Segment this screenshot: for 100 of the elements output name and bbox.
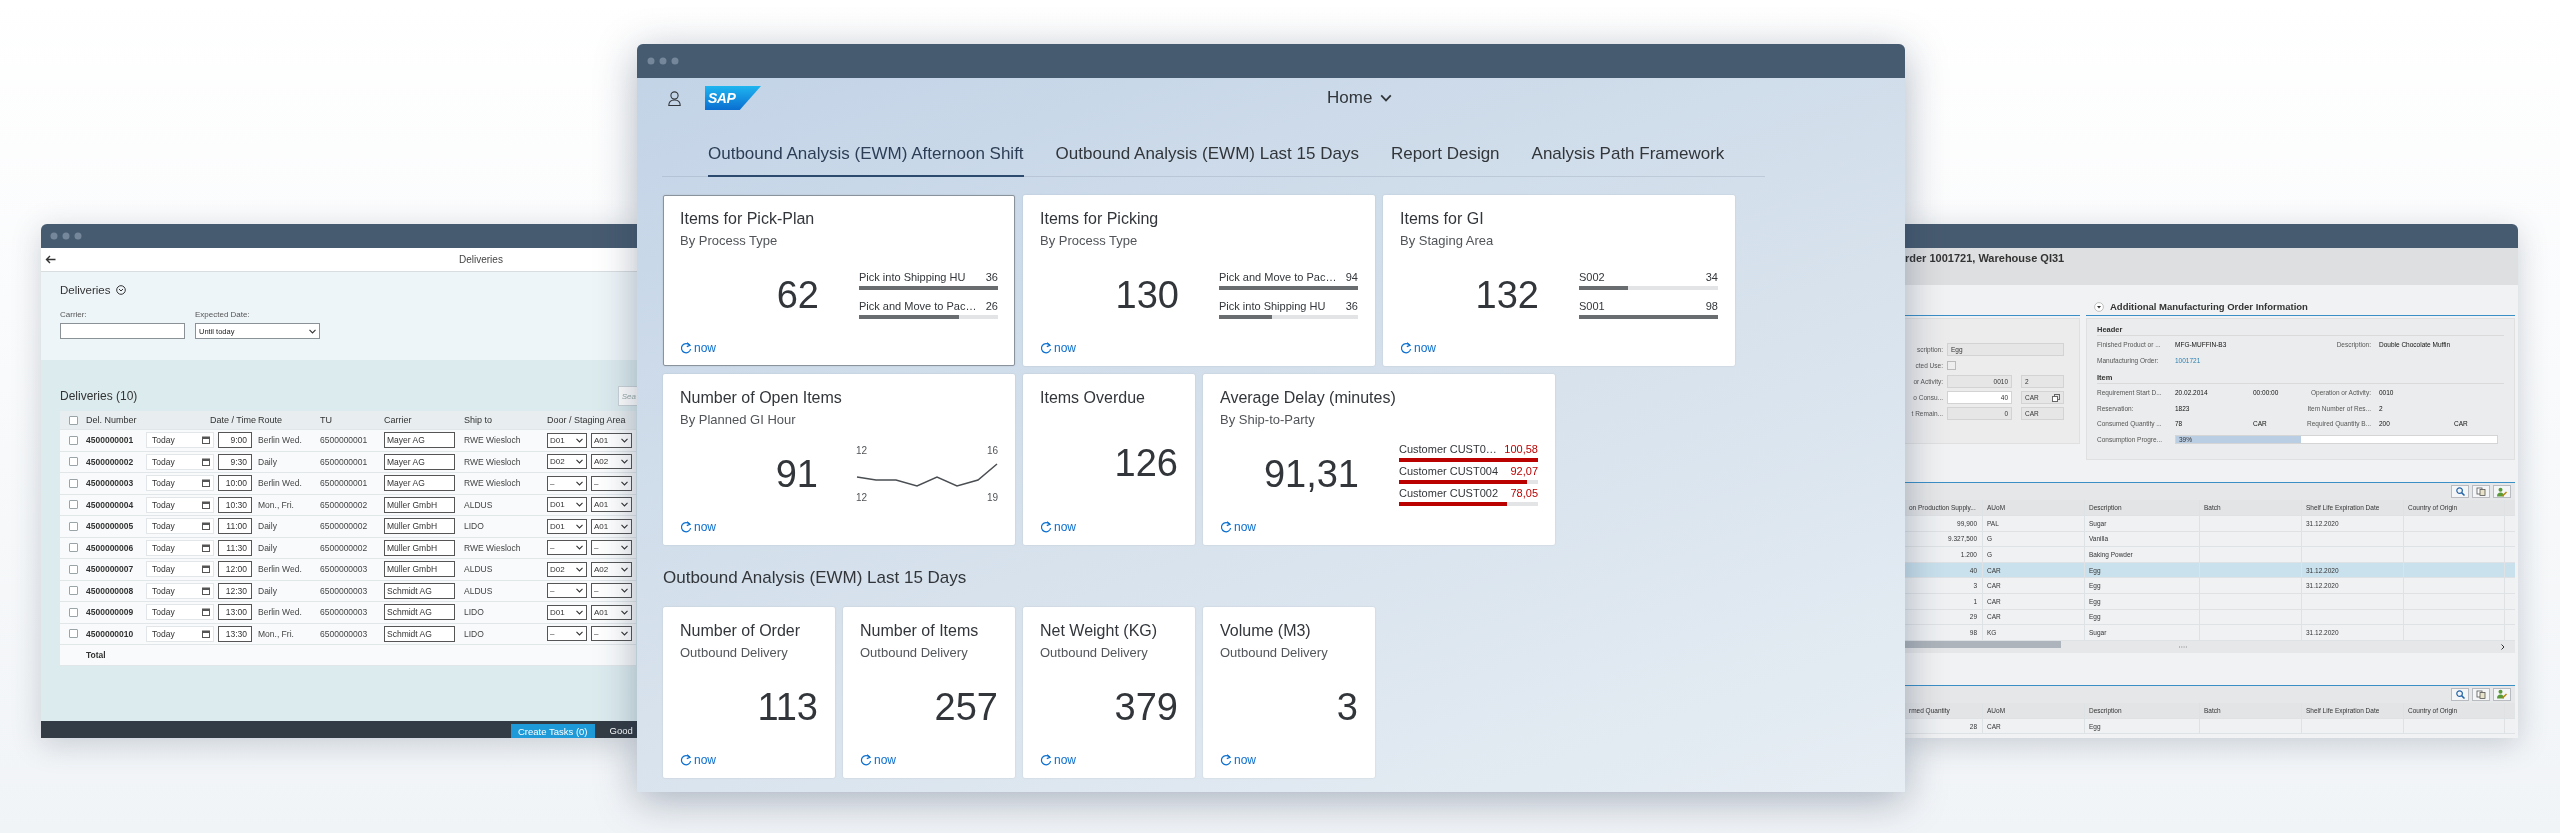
door-select[interactable]: D01 [547,497,587,513]
time-field[interactable]: 13:30 [218,625,252,642]
home-menu[interactable]: Home [1327,88,1393,108]
expand-icon[interactable] [115,285,126,295]
kpi-tile[interactable]: Average Delay (minutes) By Ship-to-Party 91,31 Customer CUST0… 100,58 Customer CUST004 92,07 Customer CUST002 78,05 now [1203,374,1555,545]
calendar-icon[interactable] [202,500,210,509]
kpi-tile[interactable]: Items for GI By Staging Area 132 S002 34 S001 98 now [1383,195,1735,366]
kpi-tile[interactable]: Number of Open Items By Planned GI Hour 91 12 16 12 19 now [663,374,1015,545]
door-select[interactable]: D01 [547,432,587,448]
tab[interactable]: Report Design [1390,144,1500,177]
staging-area-select[interactable]: – [591,626,632,642]
carrier-field[interactable]: Mayer AG [384,475,455,492]
staging-area-select[interactable]: – [591,475,632,491]
door-select[interactable]: D01 [547,518,587,534]
checkbox[interactable] [69,543,78,553]
checkbox[interactable] [69,607,78,617]
kpi-tile[interactable]: Items for Pick-Plan By Process Type 62 Pick into Shipping HU 36 Pick and Move to Pac… 26 now [663,195,1015,366]
kpi-tile[interactable]: Number of Order Outbound Delivery 113 now [663,607,835,778]
refresh-icon[interactable] [1040,521,1052,533]
checkbox[interactable] [69,521,78,531]
door-select[interactable]: D01 [547,604,587,620]
date-field[interactable]: Today [146,432,214,449]
checkbox[interactable] [69,586,78,596]
checkbox[interactable] [69,435,78,445]
time-field[interactable]: 11:30 [218,539,252,556]
date-field[interactable]: Today [146,561,214,578]
staging-area-select[interactable]: A02 [591,561,632,577]
refresh-icon[interactable] [860,754,872,766]
carrier-field[interactable]: Schmidt AG [384,625,455,642]
checkbox[interactable] [1947,361,1956,370]
door-select[interactable]: – [547,583,587,599]
person-edit-button[interactable] [2493,687,2511,701]
checkbox[interactable] [69,629,78,639]
staging-area-select[interactable]: – [591,540,632,556]
staging-area-select[interactable]: – [591,583,632,599]
time-field[interactable]: 9:30 [218,453,252,470]
refresh-icon[interactable] [680,754,692,766]
time-field[interactable]: 12:30 [218,582,252,599]
tab[interactable]: Outbound Analysis (EWM) Last 15 Days [1055,144,1359,177]
calendar-icon[interactable] [202,436,210,445]
date-field[interactable]: Today [146,518,214,535]
calendar-icon[interactable] [202,543,210,552]
staging-area-select[interactable]: A01 [591,432,632,448]
scroll-right-icon[interactable] [2501,643,2505,650]
search-button[interactable] [2451,485,2469,498]
date-field[interactable]: Today [146,582,214,599]
refresh-icon[interactable] [680,342,692,354]
calendar-icon[interactable] [202,479,210,488]
calendar-icon[interactable] [202,586,210,595]
kpi-tile[interactable]: Items for Picking By Process Type 130 Pick and Move to Pac… 94 Pick into Shipping HU 36 now [1023,195,1375,366]
documents-button[interactable] [2472,485,2490,498]
checkbox[interactable] [69,415,78,425]
search-button[interactable] [2451,687,2469,701]
time-field[interactable]: 10:30 [218,496,252,513]
time-field[interactable]: 11:00 [218,518,252,535]
date-field[interactable]: Today [146,539,214,556]
scrollbar-thumb[interactable] [1905,641,2061,649]
date-field[interactable]: Today [146,453,214,470]
date-field[interactable]: Today [146,604,214,621]
door-select[interactable]: – [547,626,587,642]
staging-area-select[interactable]: A01 [591,518,632,534]
door-select[interactable]: D02 [547,454,587,470]
calendar-icon[interactable] [202,608,210,617]
footer-button[interactable]: Good [609,724,633,738]
door-select[interactable]: – [547,475,587,491]
date-field[interactable]: Today [146,625,214,642]
copy-icon[interactable] [2052,393,2060,402]
time-field[interactable]: 13:00 [218,604,252,621]
calendar-icon[interactable] [202,565,210,574]
refresh-icon[interactable] [1220,521,1232,533]
kpi-tile[interactable]: Number of Items Outbound Delivery 257 now [843,607,1015,778]
back-arrow-icon[interactable] [45,255,56,264]
carrier-field[interactable]: Müller GmbH [384,518,455,535]
carrier-field[interactable]: Mayer AG [384,453,455,470]
kpi-tile[interactable]: Items Overdue 126 now [1023,374,1195,545]
kpi-tile[interactable]: Net Weight (KG) Outbound Delivery 379 now [1023,607,1195,778]
refresh-icon[interactable] [1220,754,1232,766]
refresh-icon[interactable] [1400,342,1412,354]
refresh-icon[interactable] [1040,754,1052,766]
tab[interactable]: Analysis Path Framework [1531,144,1725,177]
staging-area-select[interactable]: A01 [591,497,632,513]
carrier-field[interactable]: Müller GmbH [384,496,455,513]
time-field[interactable]: 12:00 [218,561,252,578]
text-field[interactable] [60,323,185,339]
carrier-field[interactable]: Müller GmbH [384,561,455,578]
person-edit-button[interactable] [2493,485,2511,498]
checkbox[interactable] [69,564,78,574]
refresh-icon[interactable] [680,521,692,533]
collapse-icon[interactable] [2094,301,2104,312]
staging-area-select[interactable]: A01 [591,604,632,620]
carrier-field[interactable]: Müller GmbH [384,539,455,556]
user-icon[interactable] [668,90,681,106]
staging-area-select[interactable]: A02 [591,454,632,470]
carrier-field[interactable]: Mayer AG [384,432,455,449]
calendar-icon[interactable] [202,522,210,531]
tab[interactable]: Outbound Analysis (EWM) Afternoon Shift [708,144,1024,177]
door-select[interactable]: D02 [547,561,587,577]
checkbox[interactable] [69,457,78,467]
time-field[interactable]: 9:00 [218,432,252,449]
carrier-field[interactable]: Schmidt AG [384,582,455,599]
